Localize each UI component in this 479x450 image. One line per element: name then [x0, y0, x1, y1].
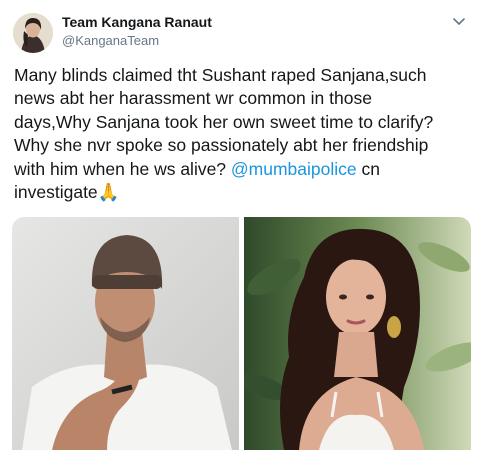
- tweet-text-line: days,Why Sanjana took her own sweet time…: [14, 111, 434, 132]
- tweet-text-segment: with him when he ws alive?: [14, 158, 231, 179]
- tweet-text-line: news abt her harassment wr common in tho…: [14, 88, 372, 109]
- chevron-down-icon[interactable]: [451, 13, 467, 29]
- tweet-media[interactable]: [12, 217, 471, 450]
- mention-link[interactable]: @mumbaipolice: [231, 159, 357, 179]
- tweet-text-line: Why she nvr spoke so passionately abt he…: [14, 135, 429, 156]
- tweet-text-line: Many blinds claimed tht Sushant raped Sa…: [14, 65, 427, 85]
- folded-hands-emoji: 🙏: [97, 182, 120, 203]
- avatar[interactable]: [13, 13, 53, 53]
- tweet-text-line: investigate🙏: [14, 181, 474, 204]
- author-handle[interactable]: @KanganaTeam: [62, 33, 159, 48]
- photo-left[interactable]: [12, 217, 239, 450]
- tweet-text: Many blinds claimed tht Sushant raped Sa…: [14, 64, 474, 204]
- photo-right[interactable]: [244, 217, 471, 450]
- tweet-card: Team Kangana Ranaut @KanganaTeam Many bl…: [0, 0, 479, 450]
- tweet-text-segment: investigate: [14, 182, 98, 203]
- tweet-text-line: with him when he ws alive? @mumbaipolice…: [14, 158, 474, 181]
- tweet-text-segment: cn: [356, 158, 381, 179]
- author-name[interactable]: Team Kangana Ranaut: [62, 14, 212, 30]
